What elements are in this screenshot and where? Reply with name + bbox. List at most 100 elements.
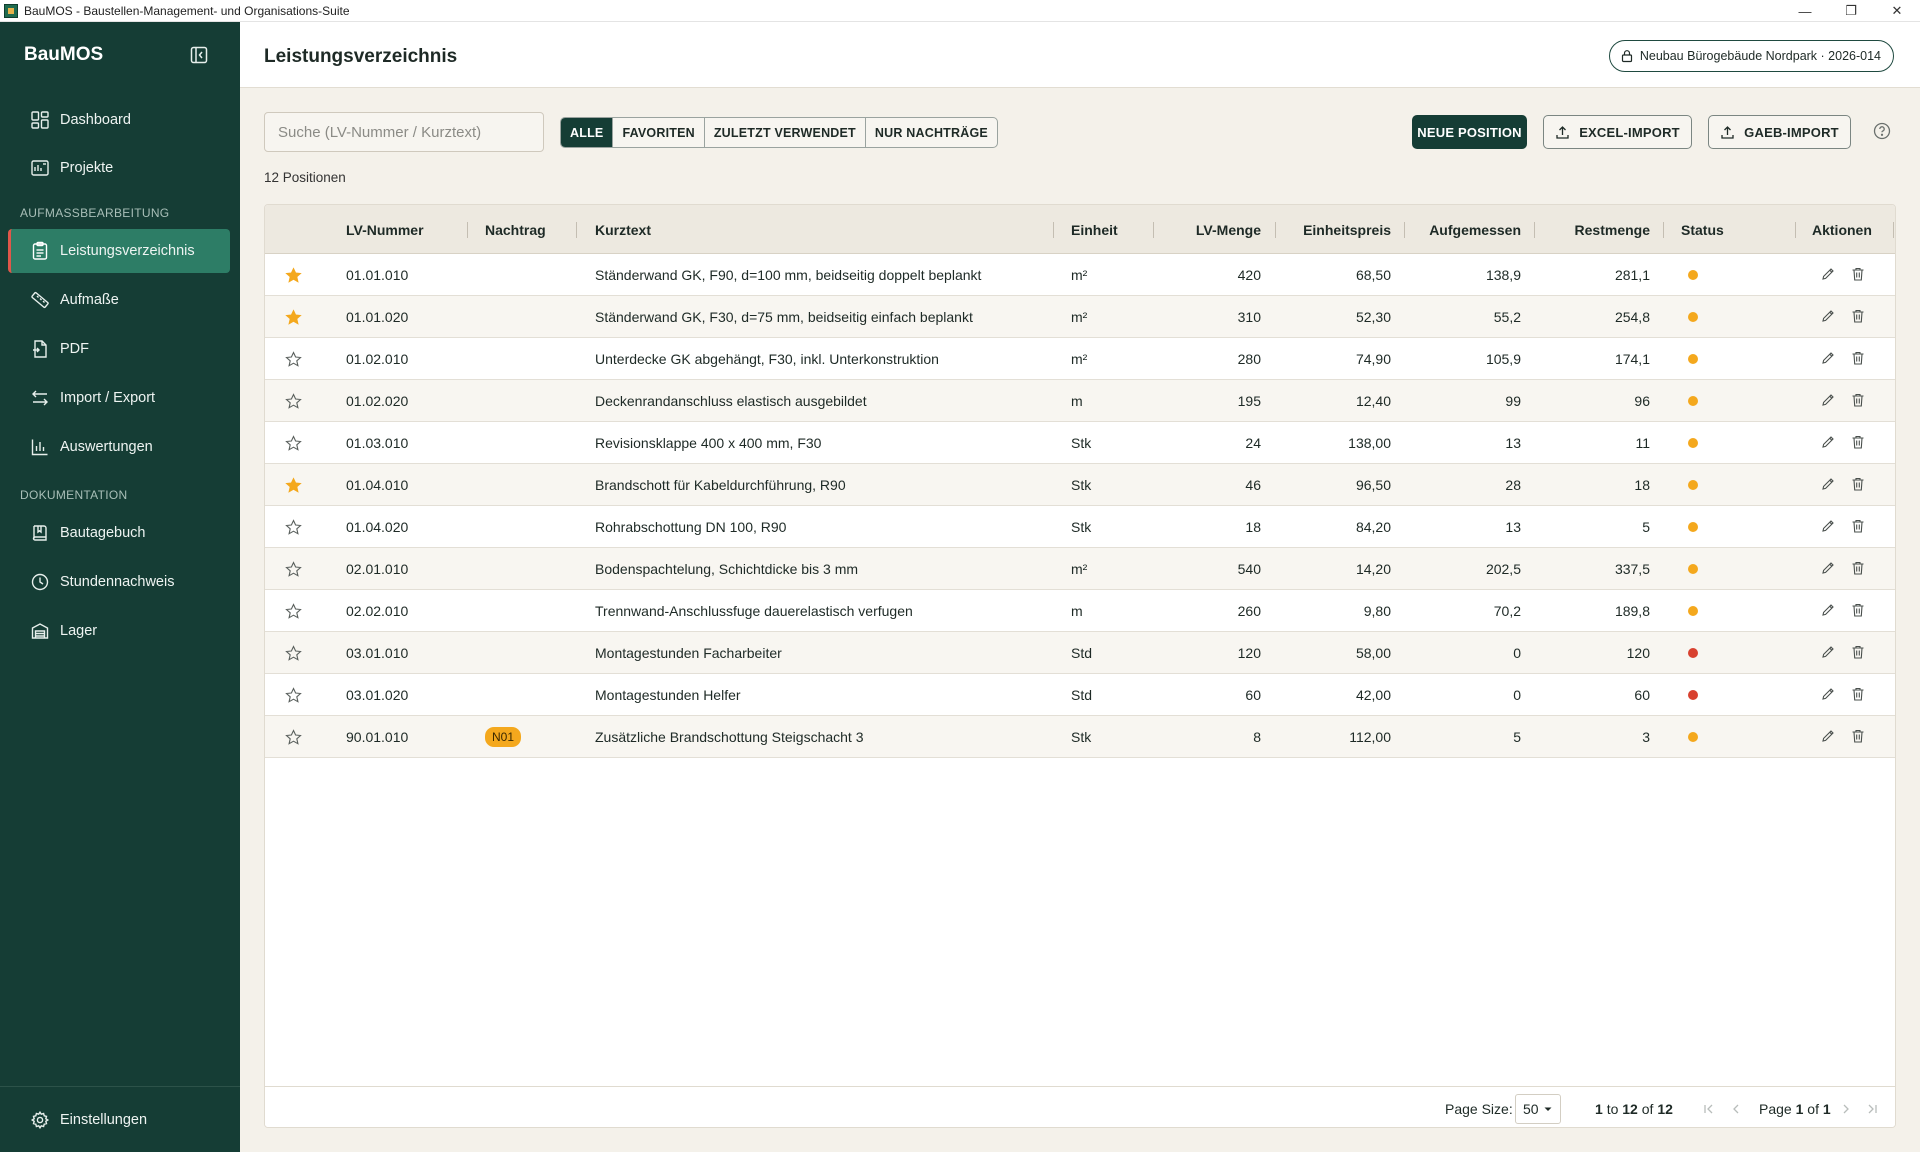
new-position-button[interactable]: NEUE POSITION — [1412, 115, 1527, 149]
sidebar-item-pdf[interactable]: PDF — [8, 327, 230, 371]
column-separator[interactable] — [1053, 222, 1054, 238]
sidebar-item-bautagebuch[interactable]: Bautagebuch — [8, 511, 230, 555]
trash-icon[interactable] — [1850, 686, 1866, 702]
maximize-button[interactable]: ❐ — [1828, 0, 1874, 22]
help-icon[interactable] — [1873, 122, 1891, 140]
col-header-status[interactable]: Status — [1681, 205, 1724, 254]
edit-icon[interactable] — [1820, 392, 1836, 408]
star-outline-icon[interactable] — [285, 645, 302, 662]
star-outline-icon[interactable] — [285, 351, 302, 368]
col-header-aufgemessen[interactable]: Aufgemessen — [1415, 205, 1521, 254]
cell-einheit: m² — [1071, 267, 1088, 283]
trash-icon[interactable] — [1850, 392, 1866, 408]
edit-icon[interactable] — [1820, 266, 1836, 282]
star-filled-icon[interactable] — [285, 267, 302, 284]
edit-icon[interactable] — [1820, 308, 1836, 324]
sidebar-item-dashboard[interactable]: Dashboard — [8, 98, 230, 142]
star-outline-icon[interactable] — [285, 561, 302, 578]
trash-icon[interactable] — [1850, 476, 1866, 492]
star-filled-icon[interactable] — [285, 309, 302, 326]
trash-icon[interactable] — [1850, 266, 1866, 282]
trash-icon[interactable] — [1850, 644, 1866, 660]
col-header-restmenge[interactable]: Restmenge — [1545, 205, 1650, 254]
collapse-sidebar-icon[interactable] — [190, 46, 208, 64]
sidebar: BauMOS Dashboard Projekte AUFMASSBEARBEI… — [0, 22, 240, 1152]
cell-einheit: Std — [1071, 687, 1093, 703]
close-button[interactable]: ✕ — [1874, 0, 1920, 22]
table-row[interactable]: 03.01.020 Montagestunden Helfer Std 60 42,00… — [265, 674, 1895, 716]
table-row[interactable]: 01.02.020 Deckenrandanschluss elastisch a… — [265, 380, 1895, 422]
edit-icon[interactable] — [1820, 434, 1836, 450]
filter-zuletzt-verwendet[interactable]: ZULETZT VERWENDET — [703, 118, 865, 147]
col-header-lv-menge[interactable]: LV-Menge — [1165, 205, 1261, 254]
first-page-icon[interactable] — [1702, 1102, 1716, 1116]
minimize-button[interactable]: — — [1782, 0, 1828, 22]
trash-icon[interactable] — [1850, 560, 1866, 576]
gaeb-import-button[interactable]: GAEB-IMPORT — [1708, 115, 1851, 149]
sidebar-item-auswertungen[interactable]: Auswertungen — [8, 425, 230, 469]
col-header-einheit[interactable]: Einheit — [1071, 205, 1118, 254]
star-filled-icon[interactable] — [285, 477, 302, 494]
column-separator[interactable] — [1153, 222, 1154, 238]
column-separator[interactable] — [576, 222, 577, 238]
sidebar-item-leistungsverzeichnis[interactable]: Leistungsverzeichnis — [8, 229, 230, 273]
table-row[interactable]: 02.02.010 Trennwand-Anschlussfuge dauerel… — [265, 590, 1895, 632]
table-row[interactable]: 01.01.020 Ständerwand GK, F30, d=75 mm, b… — [265, 296, 1895, 338]
edit-icon[interactable] — [1820, 644, 1836, 660]
sidebar-item-projekte[interactable]: Projekte — [8, 146, 230, 190]
sidebar-item-einstellungen[interactable]: Einstellungen — [8, 1098, 230, 1142]
edit-icon[interactable] — [1820, 350, 1836, 366]
edit-icon[interactable] — [1820, 602, 1836, 618]
trash-icon[interactable] — [1850, 518, 1866, 534]
edit-icon[interactable] — [1820, 476, 1836, 492]
column-separator[interactable] — [1275, 222, 1276, 238]
page-size-select[interactable]: 50 — [1515, 1093, 1561, 1124]
edit-icon[interactable] — [1820, 728, 1836, 744]
project-selector[interactable]: Neubau Bürogebäude Nordpark · 2026-014 — [1608, 40, 1894, 72]
col-header-nachtrag[interactable]: Nachtrag — [485, 205, 546, 254]
trash-icon[interactable] — [1850, 350, 1866, 366]
star-outline-icon[interactable] — [285, 687, 302, 704]
col-header-kurztext[interactable]: Kurztext — [595, 205, 651, 254]
edit-icon[interactable] — [1820, 686, 1836, 702]
column-separator[interactable] — [1404, 222, 1405, 238]
previous-page-icon[interactable] — [1729, 1102, 1743, 1116]
column-separator[interactable] — [1663, 222, 1664, 238]
filter-nur-nachtraege[interactable]: NUR NACHTRÄGE — [864, 118, 997, 147]
trash-icon[interactable] — [1850, 728, 1866, 744]
column-separator[interactable] — [467, 222, 468, 238]
star-outline-icon[interactable] — [285, 519, 302, 536]
table-row[interactable]: 01.04.020 Rohrabschottung DN 100, R90 Stk 1… — [265, 506, 1895, 548]
table-row[interactable]: 01.03.010 Revisionsklappe 400 x 400 mm, F… — [265, 422, 1895, 464]
star-outline-icon[interactable] — [285, 435, 302, 452]
column-separator[interactable] — [1534, 222, 1535, 238]
table-row[interactable]: 03.01.010 Montagestunden Facharbeiter Std 1… — [265, 632, 1895, 674]
table-row[interactable]: 01.01.010 Ständerwand GK, F90, d=100 mm, … — [265, 254, 1895, 296]
sidebar-item-aufmasse[interactable]: Aufmaße — [8, 278, 230, 322]
col-header-einheitspreis[interactable]: Einheitspreis — [1285, 205, 1391, 254]
sidebar-item-stundennachweis[interactable]: Stundennachweis — [8, 560, 230, 604]
sidebar-item-import-export[interactable]: Import / Export — [8, 376, 230, 420]
edit-icon[interactable] — [1820, 518, 1836, 534]
sidebar-item-lager[interactable]: Lager — [8, 609, 230, 653]
table-row[interactable]: 02.01.010 Bodenspachtelung, Schichtdicke … — [265, 548, 1895, 590]
edit-icon[interactable] — [1820, 560, 1836, 576]
filter-alle[interactable]: ALLE — [561, 118, 613, 147]
trash-icon[interactable] — [1850, 434, 1866, 450]
table-row[interactable]: 01.02.010 Unterdecke GK abgehängt, F30, i… — [265, 338, 1895, 380]
column-separator[interactable] — [1795, 222, 1796, 238]
last-page-icon[interactable] — [1865, 1102, 1879, 1116]
excel-import-button[interactable]: EXCEL-IMPORT — [1543, 115, 1692, 149]
trash-icon[interactable] — [1850, 602, 1866, 618]
table-row[interactable]: 90.01.010 Zusätzliche Brandschottung Stei… — [265, 716, 1895, 758]
filter-favoriten[interactable]: FAVORITEN — [612, 118, 703, 147]
star-outline-icon[interactable] — [285, 393, 302, 410]
star-outline-icon[interactable] — [285, 603, 302, 620]
table-row[interactable]: 01.04.010 Brandschott für Kabeldurchführu… — [265, 464, 1895, 506]
col-header-lv-nummer[interactable]: LV-Nummer — [346, 205, 424, 254]
star-outline-icon[interactable] — [285, 729, 302, 746]
next-page-icon[interactable] — [1839, 1102, 1853, 1116]
column-separator[interactable] — [1893, 222, 1894, 238]
search-input[interactable] — [264, 112, 544, 152]
trash-icon[interactable] — [1850, 308, 1866, 324]
